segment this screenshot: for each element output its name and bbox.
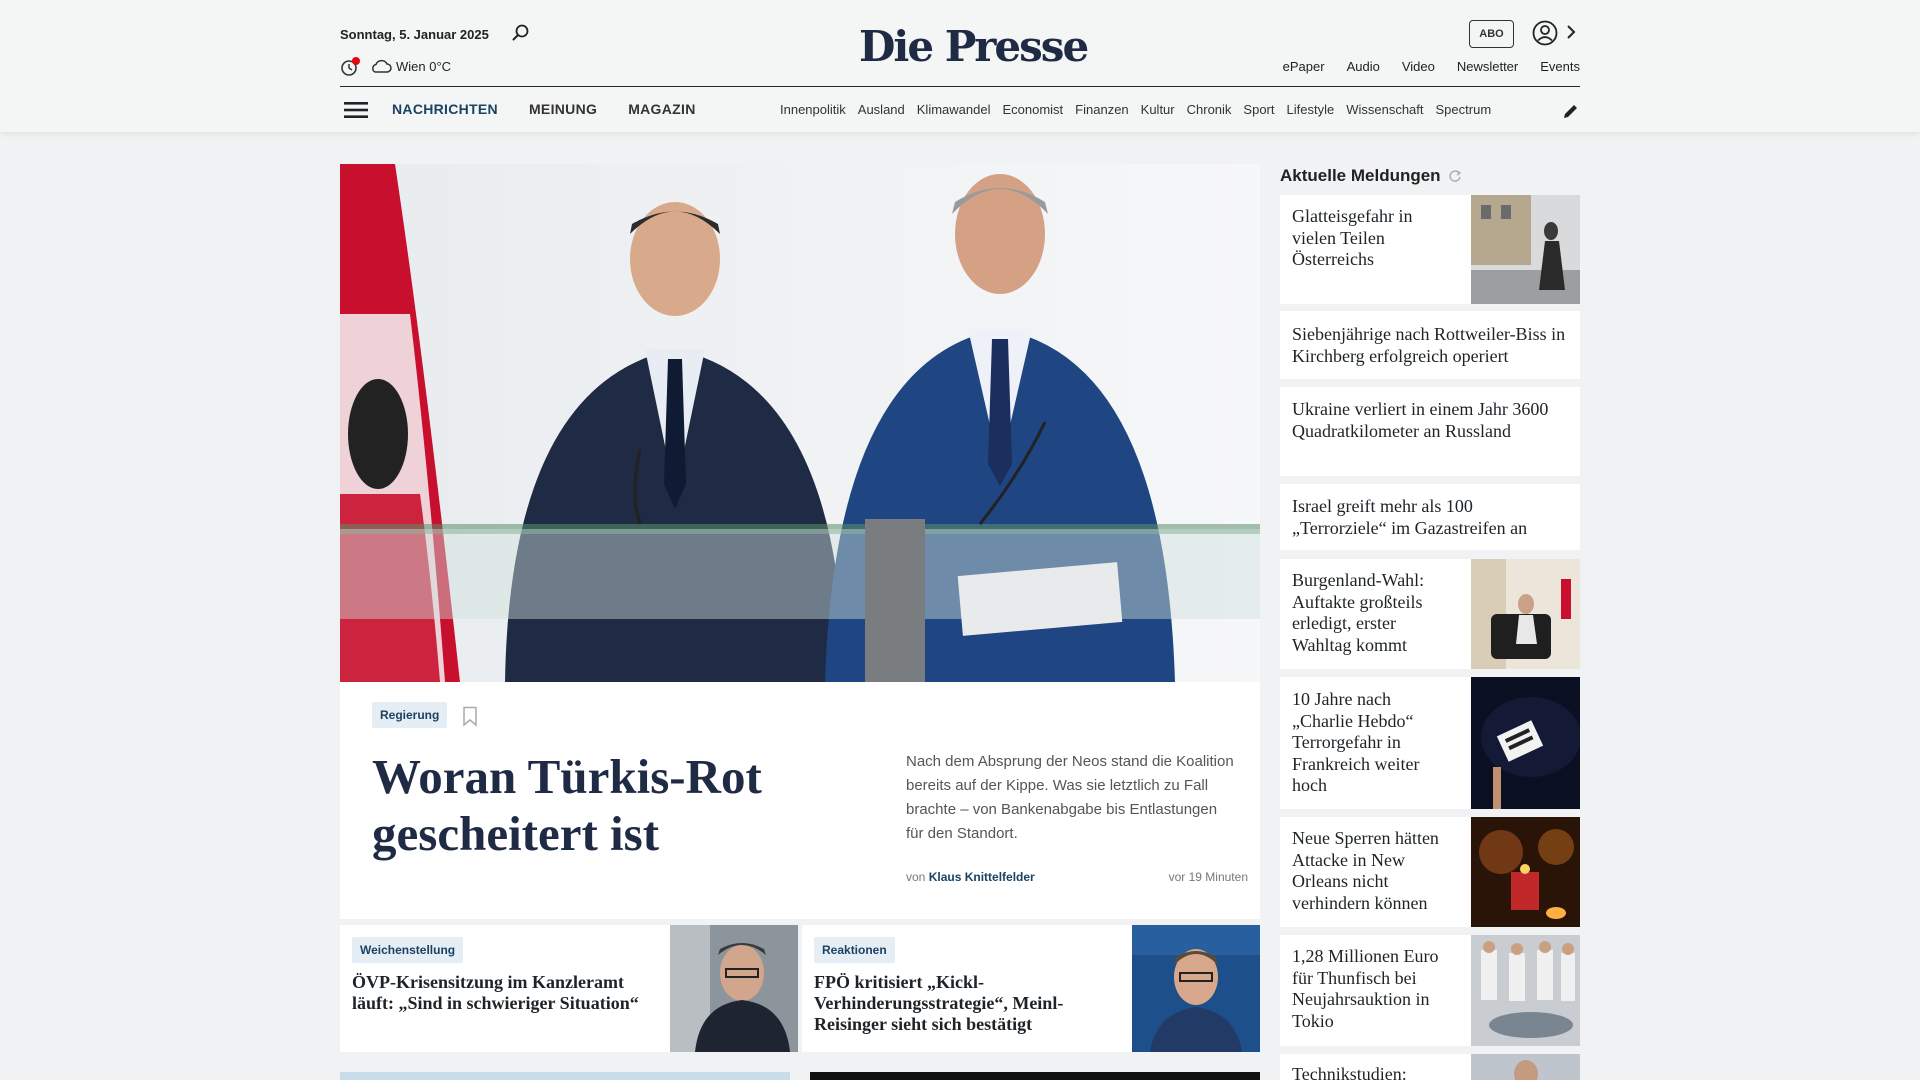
news-item[interactable]: 1,28 Millionen Euro für Thunfisch bei Ne… [1280,935,1580,1046]
section-nav: Innenpolitik Ausland Klimawandel Economist F… [780,102,1542,117]
link-epaper[interactable]: ePaper [1283,59,1325,74]
news-item-image [1471,195,1580,304]
news-item-image [1471,677,1580,809]
card-image [670,925,798,1052]
hamburger-menu-icon[interactable] [344,101,368,119]
link-audio[interactable]: Audio [1347,59,1380,74]
nav-meinung[interactable]: MEINUNG [529,101,597,117]
news-item[interactable]: Technikstudien: [1280,1054,1580,1080]
news-item[interactable]: Glatteisgefahr in vielen Teilen Österrei… [1280,195,1580,304]
news-item[interactable]: Burgenland-Wahl: Auftakte großteils erle… [1280,559,1580,669]
subnav-ausland[interactable]: Ausland [858,102,905,117]
publish-time: vor 19 Minuten [1168,870,1248,884]
news-item-image [1471,935,1580,1046]
news-item-title: 1,28 Millionen Euro für Thunfisch bei Ne… [1292,946,1439,1031]
subnav-kultur[interactable]: Kultur [1141,102,1175,117]
subnav-spectrum[interactable]: Spectrum [1436,102,1492,117]
news-item-title: Siebenjährige nach Rottweiler-Biss in Ki… [1292,324,1566,366]
card-category-tag[interactable]: Weichenstellung [352,937,464,963]
subnav-innenpolitik[interactable]: Innenpolitik [780,102,846,117]
author-link[interactable]: Klaus Knittelfelder [929,870,1035,884]
header-divider [340,86,1580,87]
news-item-title: Ukraine verliert in einem Jahr 3600 Quad… [1292,399,1549,441]
next-article-preview [340,1072,790,1080]
subnav-chronik[interactable]: Chronik [1187,102,1232,117]
news-item[interactable]: Israel greift mehr als 100 „Terrorziele“… [1280,484,1580,550]
subnav-finanzen[interactable]: Finanzen [1075,102,1128,117]
hero-teaser: Nach dem Absprung der Neos stand die Koa… [906,753,1234,842]
abo-button[interactable]: ABO [1469,20,1514,48]
hero-category-tag[interactable]: Regierung [372,702,448,728]
card-category-tag[interactable]: Reaktionen [814,937,895,963]
subnav-wissenschaft[interactable]: Wissenschaft [1346,102,1423,117]
news-item-title: Israel greift mehr als 100 „Terrorziele“… [1292,496,1528,538]
user-icon[interactable] [1532,20,1558,46]
refresh-icon [1449,170,1462,182]
site-header: Sonntag, 5. Januar 2025 Wien 0°C Die Pre… [0,0,1920,132]
teaser-card[interactable]: Reaktionen FPÖ kritisiert „Kickl-Verhind… [802,925,1260,1052]
nav-nachrichten[interactable]: NACHRICHTEN [392,101,498,117]
news-item-image [1471,817,1580,927]
nav-magazin[interactable]: MAGAZIN [628,101,695,117]
news-item[interactable]: Siebenjährige nach Rottweiler-Biss in Ki… [1280,311,1580,379]
byline-prefix: von [906,870,926,884]
hero-image [340,164,1260,682]
news-item[interactable]: Neue Sperren hätten Attacke in New Orlea… [1280,817,1580,927]
current-date: Sonntag, 5. Januar 2025 [340,27,489,42]
link-newsletter[interactable]: Newsletter [1457,59,1518,74]
site-logo[interactable]: Die Presse [859,22,1089,71]
news-item-title: Glatteisgefahr in vielen Teilen Österrei… [1292,206,1413,269]
news-item-image [1471,1054,1580,1080]
pencil-icon[interactable] [1562,102,1580,120]
weather-label: Wien 0°C [396,59,452,74]
alarm-clock-icon[interactable] [340,56,362,78]
card-headline[interactable]: FPÖ kritisiert „Kickl-Verhinderungsstrat… [814,972,1129,1035]
latest-news-title: Aktuelle Meldungen [1280,166,1441,185]
link-events[interactable]: Events [1540,59,1580,74]
subnav-economist[interactable]: Economist [1002,102,1063,117]
news-item-title: Burgenland-Wahl: Auftakte großteils erle… [1292,570,1425,655]
hero-article[interactable]: Regierung Woran Türkis-Rot gescheitert i… [340,164,1260,919]
news-item-title: Neue Sperren hätten Attacke in New Orlea… [1292,828,1439,913]
search-icon[interactable] [510,22,532,44]
news-item-image [1471,559,1580,669]
link-video[interactable]: Video [1402,59,1435,74]
bookmark-icon[interactable] [462,706,478,727]
subnav-sport[interactable]: Sport [1243,102,1274,117]
hero-headline[interactable]: Woran Türkis-Rot gescheitert ist [372,748,792,862]
news-item-title: 10 Jahre nach „Charlie Hebdo“ Terrorgefa… [1292,689,1420,795]
news-item-title: Technikstudien: [1292,1064,1407,1080]
subnav-klimawandel[interactable]: Klimawandel [917,102,991,117]
chevron-right-icon[interactable] [1565,23,1577,41]
main-nav: NACHRICHTEN MEINUNG MAGAZIN [392,101,696,117]
hero-byline: von Klaus Knittelfelder [906,870,1035,884]
next-article-preview [810,1072,1260,1080]
card-headline[interactable]: ÖVP-Krisensitzung im Kanzleramt läuft: „… [352,972,667,1014]
cloud-icon [372,59,392,73]
top-links: ePaper Audio Video Newsletter Events [1283,59,1580,74]
news-item[interactable]: Ukraine verliert in einem Jahr 3600 Quad… [1280,387,1580,476]
subnav-lifestyle[interactable]: Lifestyle [1287,102,1335,117]
teaser-card[interactable]: Weichenstellung ÖVP-Krisensitzung im Kan… [340,925,798,1052]
card-image [1132,925,1260,1052]
news-item[interactable]: 10 Jahre nach „Charlie Hebdo“ Terrorgefa… [1280,677,1580,809]
